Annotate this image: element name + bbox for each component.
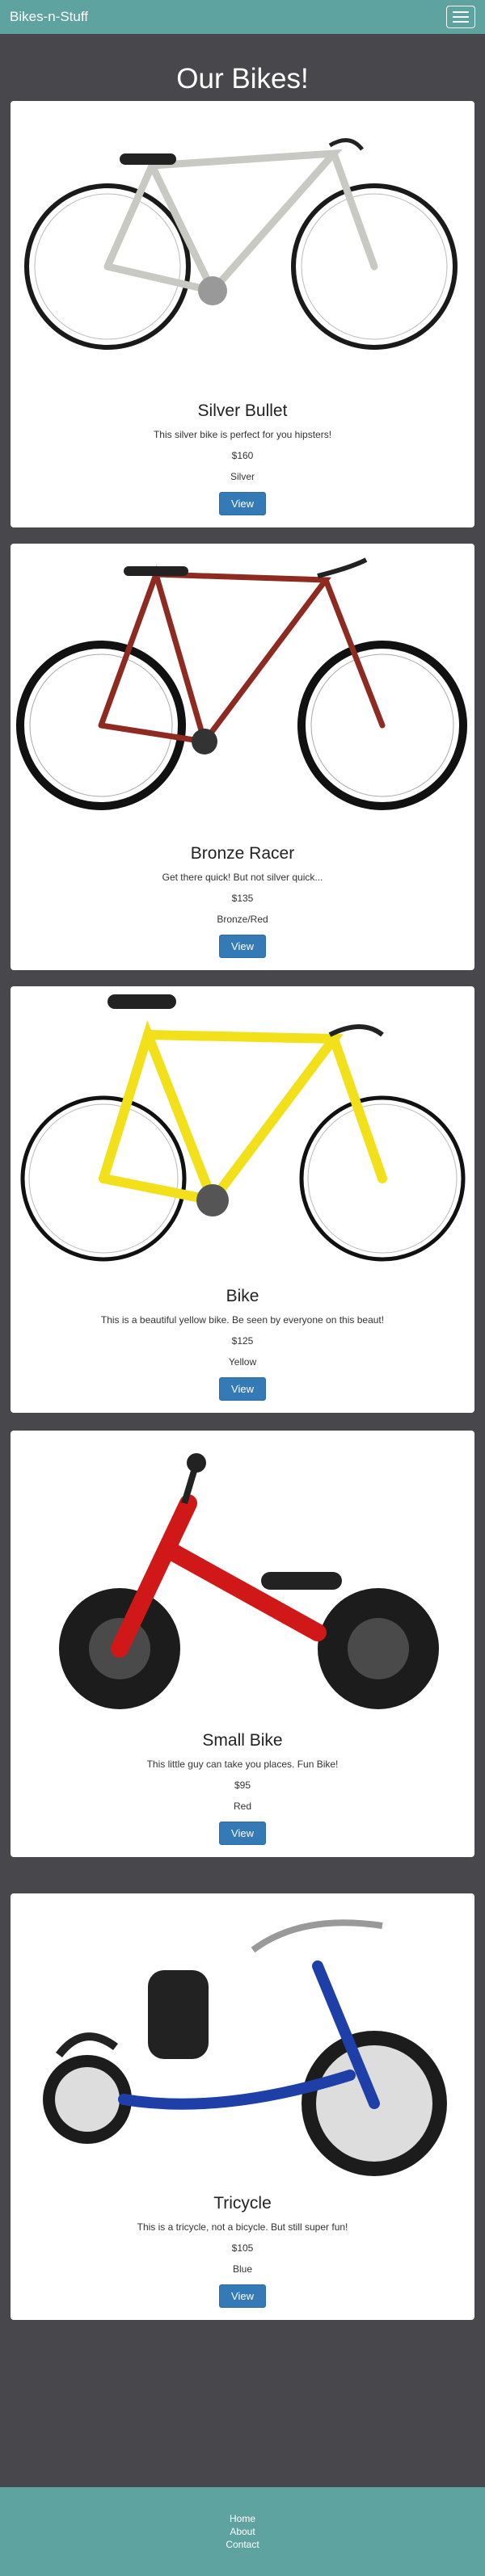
product-name: Bronze Racer	[190, 844, 295, 863]
product-image-bronze-bike	[11, 544, 474, 834]
product-name: Small Bike	[202, 1731, 283, 1750]
product-image-red-balance-bike	[11, 1431, 474, 1721]
product-card-body: Tricycle This is a tricycle, not a bicyc…	[11, 2194, 474, 2308]
product-card-body: Small Bike This little guy can take you …	[11, 1731, 474, 1845]
product-card-bike: Bike This is a beautiful yellow bike. Be…	[11, 986, 474, 1413]
product-description: Get there quick! But not silver quick...	[162, 872, 323, 883]
product-description: This little guy can take you places. Fun…	[146, 1759, 339, 1770]
tricycle-illustration	[43, 1919, 447, 2176]
navbar: Bikes-n-Stuff	[0, 0, 485, 34]
view-button[interactable]: View	[219, 935, 266, 958]
product-color: Silver	[230, 471, 255, 482]
hamburger-icon-bar	[453, 16, 469, 18]
footer-link-about[interactable]: About	[230, 2525, 255, 2538]
hamburger-icon-bar	[453, 11, 469, 13]
bike-illustration	[20, 994, 466, 1262]
product-card-body: Bike This is a beautiful yellow bike. Be…	[11, 1287, 474, 1401]
product-image-silver-bike	[11, 101, 474, 392]
product-card-silver-bullet: Silver Bullet This silver bike is perfec…	[11, 101, 474, 527]
product-image-yellow-bike	[11, 986, 474, 1277]
hamburger-icon-bar	[453, 21, 469, 23]
brand-link[interactable]: Bikes-n-Stuff	[10, 9, 88, 25]
product-name: Bike	[226, 1287, 259, 1305]
product-price: $95	[234, 1780, 251, 1791]
product-card-body: Silver Bullet This silver bike is perfec…	[11, 401, 474, 515]
product-price: $105	[231, 2242, 254, 2254]
footer-link-home[interactable]: Home	[230, 2512, 255, 2525]
view-button[interactable]: View	[219, 2284, 266, 2308]
footer: Home About Contact	[0, 2487, 485, 2576]
product-description: This is a beautiful yellow bike. Be seen…	[100, 1314, 385, 1326]
product-price: $160	[231, 450, 254, 461]
bike-illustration	[16, 557, 467, 810]
product-name: Tricycle	[213, 2194, 272, 2213]
product-card-bronze-racer: Bronze Racer Get there quick! But not si…	[11, 544, 474, 970]
product-card-small-bike: Small Bike This little guy can take you …	[11, 1431, 474, 1857]
product-price: $125	[231, 1335, 254, 1347]
product-color: Yellow	[228, 1356, 257, 1368]
product-color: Red	[233, 1801, 251, 1812]
product-color: Blue	[232, 2263, 253, 2275]
bike-illustration	[24, 138, 458, 350]
product-name: Silver Bullet	[197, 401, 288, 420]
bike-illustration	[59, 1453, 439, 1709]
product-description: This silver bike is perfect for you hips…	[153, 429, 332, 440]
view-button[interactable]: View	[219, 1822, 266, 1845]
view-button[interactable]: View	[219, 1377, 266, 1401]
product-image-blue-tricycle	[11, 1893, 474, 2184]
product-card-body: Bronze Racer Get there quick! But not si…	[11, 844, 474, 958]
page-title: Our Bikes!	[176, 63, 309, 95]
footer-link-contact[interactable]: Contact	[226, 2538, 259, 2551]
product-description: This is a tricycle, not a bicycle. But s…	[137, 2221, 348, 2233]
menu-toggle-button[interactable]	[446, 6, 475, 28]
product-color: Bronze/Red	[217, 914, 268, 925]
product-card-tricycle: Tricycle This is a tricycle, not a bicyc…	[11, 1893, 474, 2320]
view-button[interactable]: View	[219, 492, 266, 515]
product-price: $135	[231, 893, 254, 904]
